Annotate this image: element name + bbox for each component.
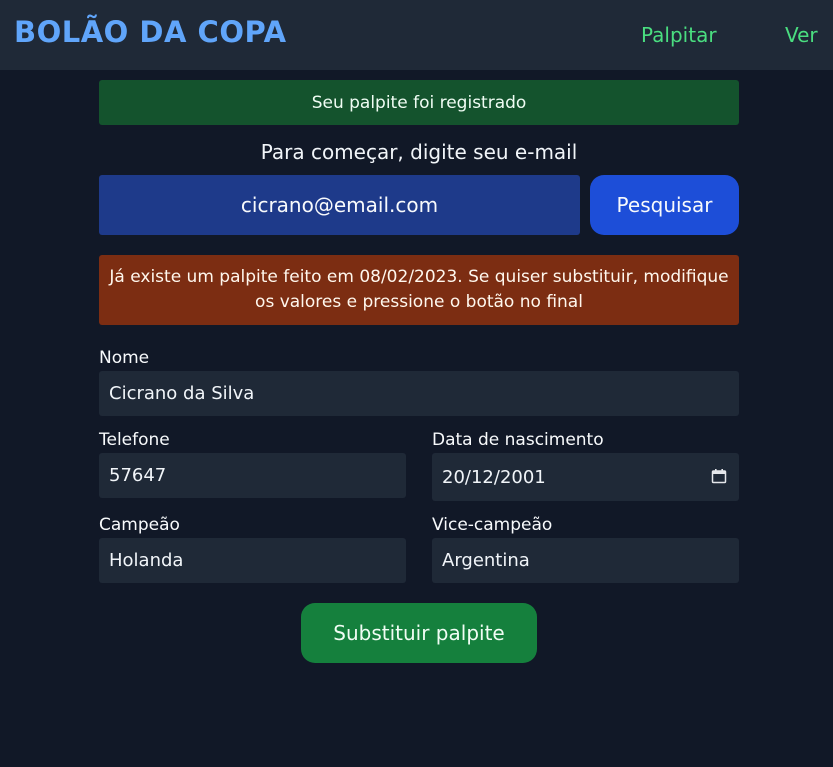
email-search-row: Pesquisar xyxy=(99,175,739,235)
existing-guess-warning: Já existe um palpite feito em 08/02/2023… xyxy=(99,255,739,325)
calendar-icon[interactable] xyxy=(711,468,727,484)
nascimento-label: Data de nascimento xyxy=(432,430,604,450)
telefone-input[interactable] xyxy=(99,453,406,498)
success-alert: Seu palpite foi registrado xyxy=(99,80,739,125)
field-nome: Nome xyxy=(99,347,739,416)
row-telefone-nascimento: Telefone Data de nascimento 20/12/2001 xyxy=(99,429,739,501)
nascimento-date-input[interactable]: 20/12/2001 xyxy=(432,453,739,501)
submit-row: Substituir palpite xyxy=(99,603,739,663)
nome-label: Nome xyxy=(99,348,150,368)
row-campeao-vice: Campeão Vice-campeão xyxy=(99,514,739,583)
vice-input[interactable] xyxy=(432,538,739,583)
nav-link-palpitar[interactable]: Palpitar xyxy=(641,23,717,47)
field-campeao: Campeão xyxy=(99,514,406,583)
brand-logo[interactable]: BOLÃO DA COPA xyxy=(14,15,287,49)
main-content: Seu palpite foi registrado Para começar,… xyxy=(99,80,739,663)
field-vice: Vice-campeão xyxy=(432,514,739,583)
telefone-label: Telefone xyxy=(99,430,170,450)
nav-link-ver[interactable]: Ver xyxy=(785,23,818,47)
field-telefone: Telefone xyxy=(99,429,406,501)
email-input[interactable] xyxy=(99,175,580,235)
field-nascimento: Data de nascimento 20/12/2001 xyxy=(432,429,739,501)
search-button[interactable]: Pesquisar xyxy=(590,175,739,235)
submit-guess-button[interactable]: Substituir palpite xyxy=(301,603,537,663)
nascimento-value: 20/12/2001 xyxy=(442,466,546,488)
campeao-input[interactable] xyxy=(99,538,406,583)
vice-label: Vice-campeão xyxy=(432,515,553,535)
nome-input[interactable] xyxy=(99,371,739,416)
email-prompt: Para começar, digite seu e-mail xyxy=(260,140,578,164)
top-navbar: BOLÃO DA COPA Palpitar Ver xyxy=(0,0,833,70)
campeao-label: Campeão xyxy=(99,515,180,535)
